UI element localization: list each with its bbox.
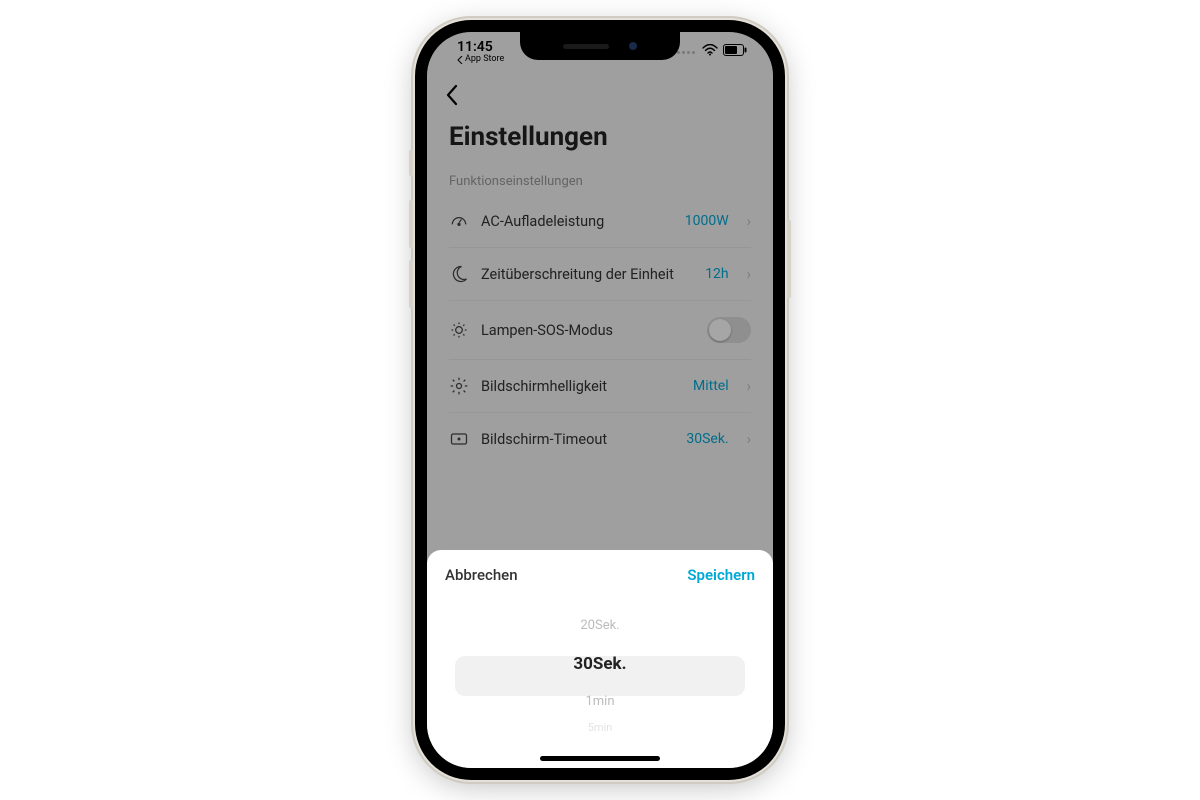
timeout-picker[interactable]: 20Sek. 30Sek. 1min 5min (445, 612, 755, 742)
picker-option-selected[interactable]: 30Sek. (573, 644, 626, 684)
picker-option[interactable]: 1min (585, 688, 614, 714)
save-button[interactable]: Speichern (687, 566, 755, 584)
cancel-button[interactable]: Abbrechen (445, 566, 518, 584)
volume-down-button[interactable] (409, 260, 413, 308)
notch (520, 32, 680, 60)
screen: 11:45 App Store (427, 32, 773, 768)
picker-option[interactable]: 20Sek. (580, 612, 619, 638)
picker-option[interactable]: 5min (588, 714, 613, 740)
volume-up-button[interactable] (409, 200, 413, 248)
phone-frame: 11:45 App Store (415, 20, 785, 780)
home-indicator[interactable] (540, 756, 660, 761)
silence-switch[interactable] (409, 150, 413, 176)
picker-sheet: Abbrechen Speichern 20Sek. 30Sek. 1min 5… (427, 550, 773, 768)
power-button[interactable] (787, 220, 791, 298)
